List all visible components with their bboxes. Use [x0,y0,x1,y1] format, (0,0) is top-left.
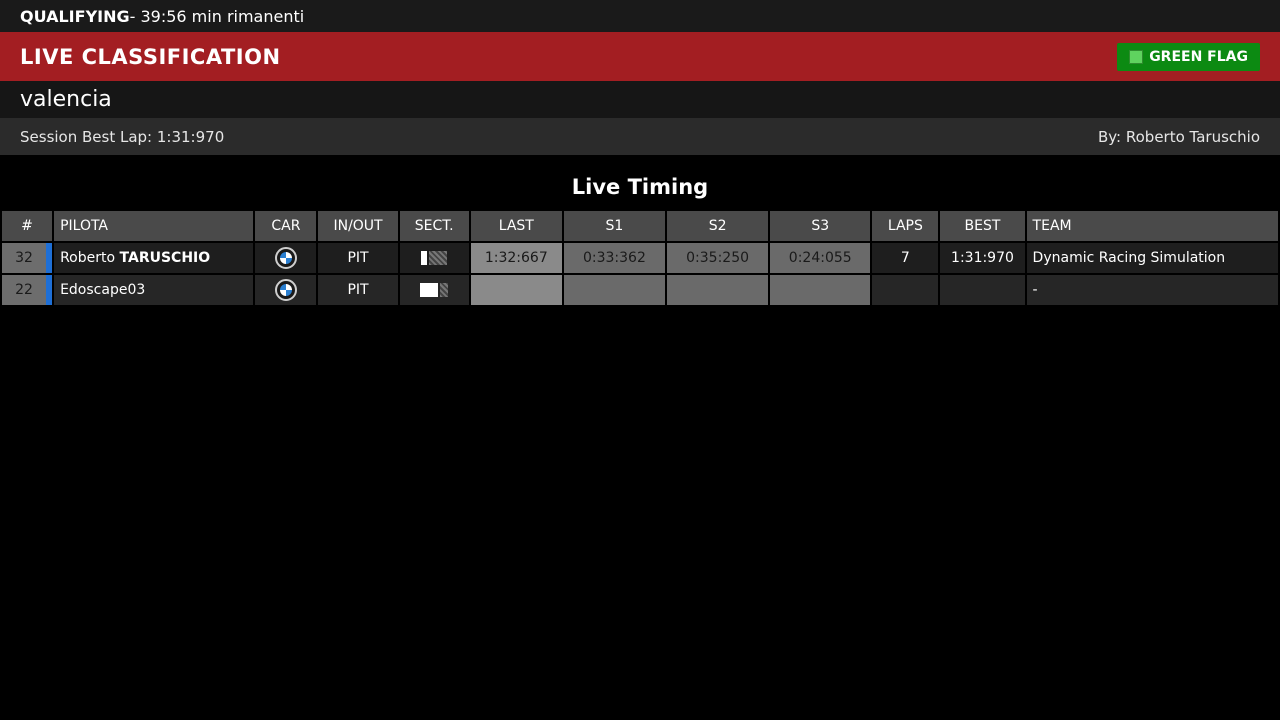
live-timing-table: # PILOTA CAR IN/OUT SECT. LAST S1 S2 S3 … [0,209,1280,307]
last-lap-cell: 1:32:667 [470,243,562,273]
table-header-row: # PILOTA CAR IN/OUT SECT. LAST S1 S2 S3 … [2,211,1278,241]
sector-progress-cell [399,243,469,273]
car-cell [255,243,317,273]
inout-cell: PIT [318,243,398,273]
driver-class-stripe [46,243,53,273]
driver-class-stripe [46,275,53,305]
flag-status-badge: GREEN FLAG [1117,42,1260,71]
col-header-num[interactable]: # [2,211,53,241]
s1-cell [563,275,666,305]
driver-number-cell: 22 [2,275,53,305]
col-header-s2[interactable]: S2 [667,211,769,241]
session-best-driver: By: Roberto Taruschio [1097,127,1260,146]
flag-label: GREEN FLAG [1149,48,1248,65]
s2-cell [667,275,769,305]
best-lap-cell [940,275,1025,305]
driver-number: 22 [15,282,33,298]
s1-cell: 0:33:362 [563,243,666,273]
driver-name-cell[interactable]: Roberto TARUSCHIO [54,243,254,273]
table-row[interactable]: 32 Roberto TARUSCHIO PIT 1:32:667 0:33:3… [2,243,1278,273]
bmw-logo-icon [274,279,297,301]
laps-cell: 7 [872,243,939,273]
col-header-team[interactable]: TEAM [1026,211,1278,241]
track-name: valencia [0,81,1280,118]
table-row[interactable]: 22 Edoscape03 PIT - [2,275,1278,305]
session-remaining: - 39:56 min rimanenti [129,6,305,26]
team-cell: - [1026,275,1278,305]
driver-first-name: Roberto [60,250,120,266]
col-header-car[interactable]: CAR [255,211,317,241]
laps-cell [872,275,939,305]
col-header-inout[interactable]: IN/OUT [318,211,398,241]
driver-number: 32 [15,250,33,266]
s3-cell [770,275,871,305]
best-lap-cell: 1:31:970 [940,243,1025,273]
banner-title: LIVE CLASSIFICATION [20,44,281,69]
driver-number-cell: 32 [2,243,53,273]
team-cell: Dynamic Racing Simulation [1026,243,1278,273]
col-header-s1[interactable]: S1 [563,211,666,241]
sector-progress-cell [399,275,469,305]
session-type: QUALIFYING [20,6,130,26]
sector-progress-icon [421,251,448,265]
s3-cell: 0:24:055 [770,243,871,273]
green-flag-icon [1129,49,1144,64]
sector-progress-icon [420,283,449,297]
col-header-sect[interactable]: SECT. [399,211,469,241]
col-header-pilota[interactable]: PILOTA [54,211,254,241]
col-header-laps[interactable]: LAPS [872,211,939,241]
col-header-best[interactable]: BEST [940,211,1025,241]
s2-cell: 0:35:250 [667,243,769,273]
driver-last-name: TARUSCHIO [119,250,211,266]
last-lap-cell [470,275,562,305]
driver-name-cell[interactable]: Edoscape03 [54,275,254,305]
driver-first-name: Edoscape03 [60,282,146,298]
inout-cell: PIT [318,275,398,305]
live-timing-title: Live Timing [571,175,709,199]
session-best-bar: Session Best Lap: 1:31:970 By: Roberto T… [0,118,1280,155]
car-cell [255,275,317,305]
session-status-bar: QUALIFYING - 39:56 min rimanenti [0,0,1280,32]
col-header-last[interactable]: LAST [470,211,562,241]
classification-banner: LIVE CLASSIFICATION GREEN FLAG [0,32,1280,81]
bmw-logo-icon [274,247,297,269]
session-best-lap: Session Best Lap: 1:31:970 [20,127,225,146]
col-header-s3[interactable]: S3 [770,211,871,241]
